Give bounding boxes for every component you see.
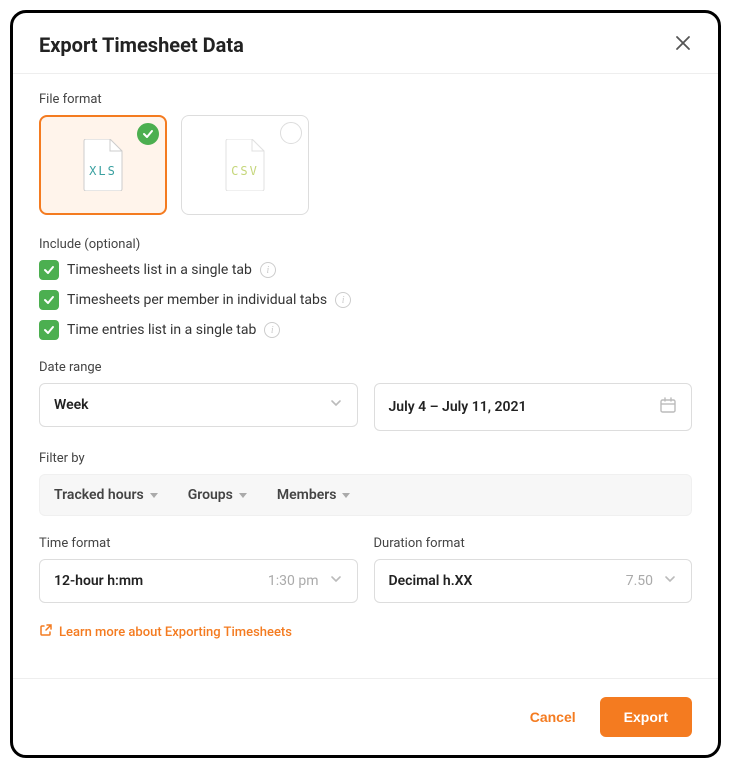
checkbox-time-entries[interactable] [39,320,59,340]
chevron-down-icon [663,572,677,590]
duration-format-select[interactable]: Decimal h.XX 7.50 [374,559,693,603]
info-icon[interactable]: i [260,262,276,278]
include-label: Include (optional) [39,237,692,252]
modal-footer: Cancel Export [13,678,718,755]
filter-groups[interactable]: Groups [188,487,247,503]
filter-bar: Tracked hours Groups Members [39,474,692,516]
radio-unselected-icon [280,122,302,144]
external-link-icon [39,623,53,641]
date-range-preset-value: Week [54,397,89,413]
checkbox-timesheets-per-member[interactable] [39,290,59,310]
filter-tracked-hours[interactable]: Tracked hours [54,487,158,503]
svg-text:XLS: XLS [89,164,117,178]
date-range-preset-select[interactable]: Week [39,383,358,427]
include-item-label: Timesheets list in a single tab [67,262,252,278]
duration-format-example: 7.50 [626,573,653,589]
time-format-example: 1:30 pm [268,573,319,589]
caret-down-icon [342,493,350,498]
filter-members[interactable]: Members [277,487,351,503]
include-list: Timesheets list in a single tab i Timesh… [39,260,692,340]
caret-down-icon [239,493,247,498]
include-item: Time entries list in a single tab i [39,320,692,340]
learn-more-text: Learn more about Exporting Timesheets [59,625,292,640]
include-item-label: Time entries list in a single tab [67,322,256,338]
time-format-select[interactable]: 12-hour h:mm 1:30 pm [39,559,358,603]
include-item-label: Timesheets per member in individual tabs [67,292,327,308]
info-icon[interactable]: i [264,322,280,338]
file-format-csv[interactable]: CSV [181,115,309,215]
cancel-button[interactable]: Cancel [516,699,590,735]
time-format-value: 12-hour h:mm [54,573,268,589]
date-range-value: July 4 – July 11, 2021 [389,399,527,415]
file-format-label: File format [39,92,692,107]
svg-text:CSV: CSV [231,164,259,178]
check-icon [137,123,159,145]
chevron-down-icon [329,572,343,590]
export-modal: Export Timesheet Data File format XLS [10,10,721,758]
include-item: Timesheets list in a single tab i [39,260,692,280]
duration-format-value: Decimal h.XX [389,573,626,589]
modal-title: Export Timesheet Data [39,33,244,57]
chevron-down-icon [329,396,343,414]
info-icon[interactable]: i [335,292,351,308]
date-range-picker[interactable]: July 4 – July 11, 2021 [374,383,693,431]
checkbox-timesheets-single[interactable] [39,260,59,280]
close-icon[interactable] [674,34,692,56]
file-format-group: XLS CSV [39,115,692,215]
filter-label: Filter by [39,451,692,466]
export-button[interactable]: Export [600,697,692,737]
time-format-label: Time format [39,536,358,551]
date-range-label: Date range [39,360,692,375]
file-format-xls[interactable]: XLS [39,115,167,215]
duration-format-label: Duration format [374,536,693,551]
caret-down-icon [150,493,158,498]
include-item: Timesheets per member in individual tabs… [39,290,692,310]
learn-more-link[interactable]: Learn more about Exporting Timesheets [39,623,692,641]
csv-file-icon: CSV [224,139,266,191]
modal-header: Export Timesheet Data [13,13,718,74]
xls-file-icon: XLS [82,139,124,191]
calendar-icon [659,396,677,418]
modal-body: File format XLS CSV [13,74,718,678]
